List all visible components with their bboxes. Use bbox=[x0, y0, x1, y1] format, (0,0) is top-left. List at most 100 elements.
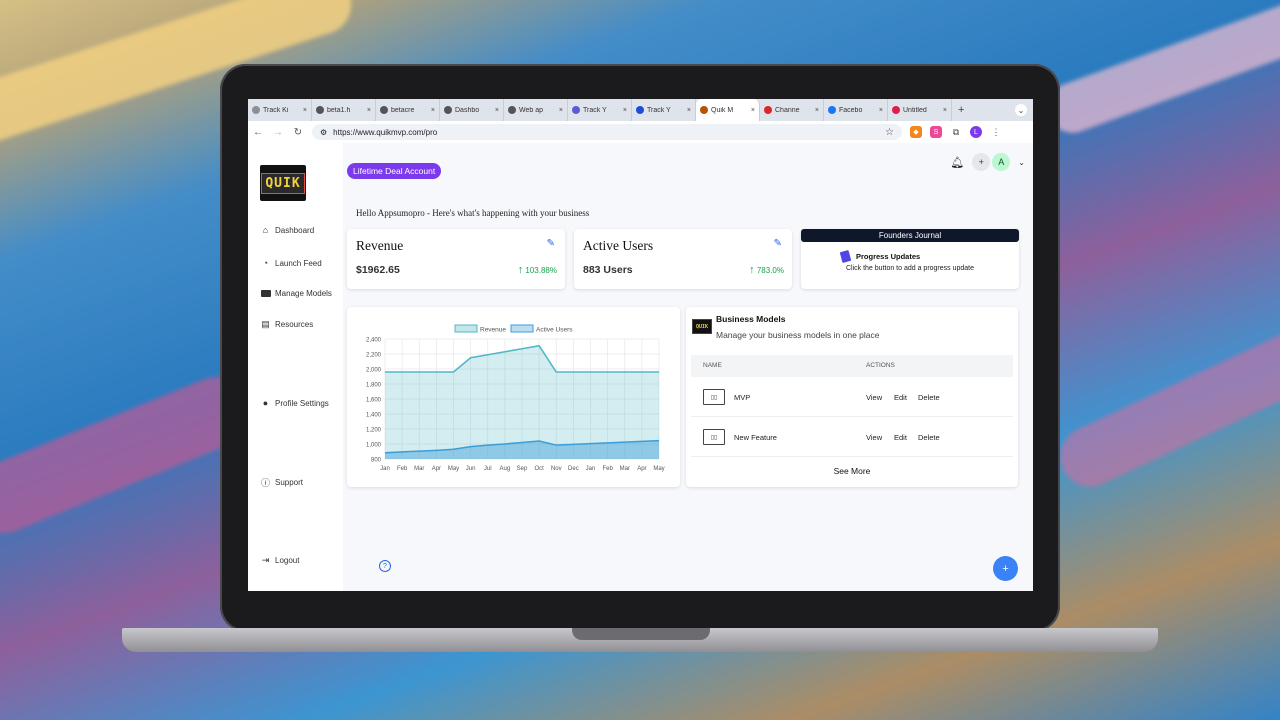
edit-button[interactable]: Edit bbox=[894, 433, 907, 442]
x-tick-label: Dec bbox=[568, 466, 579, 472]
browser-tab[interactable]: betacre × bbox=[376, 99, 440, 121]
add-button[interactable]: + bbox=[972, 153, 991, 171]
laptop-screen: Track Ki × beta1.h × betacre × Dashbo × Web ap × T… bbox=[248, 99, 1033, 591]
background-stripe bbox=[1050, 323, 1280, 497]
background-stripe bbox=[1040, 0, 1280, 140]
main-content: Lifetime Deal Account 🔔︎ + A ⌄ Hello App… bbox=[343, 143, 1033, 591]
url-field[interactable]: ⚙ https://www.quikmvp.com/pro ☆ bbox=[312, 124, 902, 140]
delete-button[interactable]: Delete bbox=[918, 393, 940, 402]
quik-logo[interactable]: QUIK bbox=[260, 165, 306, 201]
x-tick-label: Jul bbox=[484, 466, 492, 472]
tab-close-icon[interactable]: × bbox=[367, 107, 371, 114]
sidebar-item-resources[interactable]: ▤ Resources bbox=[260, 319, 313, 329]
help-circle-icon: ⓘ bbox=[260, 477, 270, 488]
account-chevron-down-icon[interactable]: ⌄ bbox=[1018, 158, 1025, 167]
edit-icon[interactable]: ✎ bbox=[547, 238, 555, 249]
url-text: https://www.quikmvp.com/pro bbox=[333, 127, 438, 137]
notification-bell-icon[interactable]: 🔔︎ bbox=[950, 156, 964, 169]
sidebar-item-manage-models[interactable]: Manage Models bbox=[260, 288, 332, 298]
active-users-change: ↑ 783.0% bbox=[749, 264, 784, 276]
y-tick-label: 2,400 bbox=[366, 338, 382, 344]
model-name: New Feature bbox=[734, 433, 777, 442]
see-more-link[interactable]: See More bbox=[686, 466, 1018, 476]
tab-close-icon[interactable]: × bbox=[751, 107, 755, 114]
extensions-puzzle-icon[interactable]: ⧉ bbox=[950, 126, 962, 138]
forward-arrow-icon[interactable]: → bbox=[268, 127, 288, 138]
tab-search-chevron-icon[interactable]: ⌄ bbox=[1015, 104, 1027, 116]
active-users-title: Active Users bbox=[583, 238, 654, 253]
x-tick-label: Aug bbox=[500, 466, 511, 472]
browser-address-bar: ← → ↻ ⚙ https://www.quikmvp.com/pro ☆ ◆ … bbox=[248, 121, 1033, 144]
tab-label: Track Y bbox=[647, 106, 671, 114]
browser-tab[interactable]: Web ap × bbox=[504, 99, 568, 121]
browser-tab[interactable]: Facebo × bbox=[824, 99, 888, 121]
tab-close-icon[interactable]: × bbox=[623, 107, 627, 114]
sidebar-item-profile-settings[interactable]: ● Profile Settings bbox=[260, 398, 329, 408]
browser-tab[interactable]: Track Y × bbox=[568, 99, 632, 121]
tab-favicon-icon bbox=[572, 106, 580, 114]
sidebar-item-launch-feed[interactable]: ◔ Launch Feed bbox=[260, 258, 322, 268]
browser-tab[interactable]: Dashbo × bbox=[440, 99, 504, 121]
metamask-extension-icon[interactable]: ◆ bbox=[910, 126, 922, 138]
table-row: ▯▯ MVP View Edit Delete bbox=[691, 378, 1013, 417]
tab-close-icon[interactable]: × bbox=[943, 107, 947, 114]
tab-favicon-icon bbox=[316, 106, 324, 114]
browser-tab[interactable]: Track Ki × bbox=[248, 99, 312, 121]
tab-label: Untitled bbox=[903, 106, 927, 114]
tab-close-icon[interactable]: × bbox=[879, 107, 883, 114]
y-tick-label: 1,600 bbox=[366, 398, 382, 404]
extension-s-icon[interactable]: S bbox=[930, 126, 942, 138]
tab-close-icon[interactable]: × bbox=[687, 107, 691, 114]
tab-close-icon[interactable]: × bbox=[303, 107, 307, 114]
column-header-actions: ACTIONS bbox=[866, 362, 895, 369]
new-tab-button[interactable]: + bbox=[952, 104, 970, 116]
tab-close-icon[interactable]: × bbox=[431, 107, 435, 114]
profile-avatar[interactable]: L bbox=[970, 126, 982, 138]
tab-close-icon[interactable]: × bbox=[559, 107, 563, 114]
tab-label: Track Y bbox=[583, 106, 607, 114]
book-icon bbox=[839, 250, 852, 263]
site-settings-icon[interactable]: ⚙ bbox=[320, 128, 327, 137]
view-button[interactable]: View bbox=[866, 393, 882, 402]
legend-label: Revenue bbox=[480, 327, 506, 334]
help-icon[interactable]: ? bbox=[379, 560, 391, 572]
delete-button[interactable]: Delete bbox=[918, 433, 940, 442]
business-models-table-header: NAME ACTIONS bbox=[691, 355, 1013, 377]
founders-journal-header: Founders Journal bbox=[801, 229, 1019, 242]
tab-close-icon[interactable]: × bbox=[815, 107, 819, 114]
back-arrow-icon[interactable]: ← bbox=[248, 127, 268, 138]
sidebar-item-label: Dashboard bbox=[275, 225, 315, 235]
sidebar-item-support[interactable]: ⓘ Support bbox=[260, 477, 303, 488]
browser-tab[interactable]: Quik M × bbox=[696, 99, 760, 121]
quik-logo-small: QUIK bbox=[692, 319, 712, 334]
tab-label: betacre bbox=[391, 106, 415, 114]
x-tick-label: Jun bbox=[466, 466, 476, 472]
tab-favicon-icon bbox=[252, 106, 260, 114]
laptop-notch bbox=[572, 628, 710, 640]
browser-tab[interactable]: Track Y × bbox=[632, 99, 696, 121]
browser-menu-icon[interactable]: ⋮ bbox=[990, 126, 1002, 138]
progress-updates-row[interactable]: Progress Updates bbox=[839, 250, 920, 263]
tab-favicon-icon bbox=[892, 106, 900, 114]
tab-favicon-icon bbox=[828, 106, 836, 114]
edit-button[interactable]: Edit bbox=[894, 393, 907, 402]
edit-icon[interactable]: ✎ bbox=[774, 238, 782, 249]
y-tick-label: 1,800 bbox=[366, 383, 382, 389]
sidebar-item-logout[interactable]: ⇥ Logout bbox=[260, 555, 300, 565]
founders-journal-card[interactable]: Founders Journal Progress Updates Click … bbox=[801, 229, 1019, 289]
briefcase-icon bbox=[260, 288, 271, 298]
tab-close-icon[interactable]: × bbox=[495, 107, 499, 114]
greeting-text: Hello Appsumopro - Here's what's happeni… bbox=[356, 208, 590, 218]
floating-add-button[interactable]: + bbox=[993, 556, 1018, 581]
browser-tab[interactable]: Channe × bbox=[760, 99, 824, 121]
reload-icon[interactable]: ↻ bbox=[288, 127, 308, 138]
lifetime-deal-badge: Lifetime Deal Account bbox=[347, 163, 442, 179]
x-tick-label: Jan bbox=[586, 466, 596, 472]
user-avatar[interactable]: A bbox=[992, 153, 1011, 171]
sidebar-item-dashboard[interactable]: ⌂ Dashboard bbox=[260, 225, 314, 235]
column-header-name: NAME bbox=[703, 362, 722, 369]
browser-tab[interactable]: beta1.h × bbox=[312, 99, 376, 121]
view-button[interactable]: View bbox=[866, 433, 882, 442]
bookmark-star-icon[interactable]: ☆ bbox=[885, 127, 894, 138]
browser-tab[interactable]: Untitled × bbox=[888, 99, 952, 121]
